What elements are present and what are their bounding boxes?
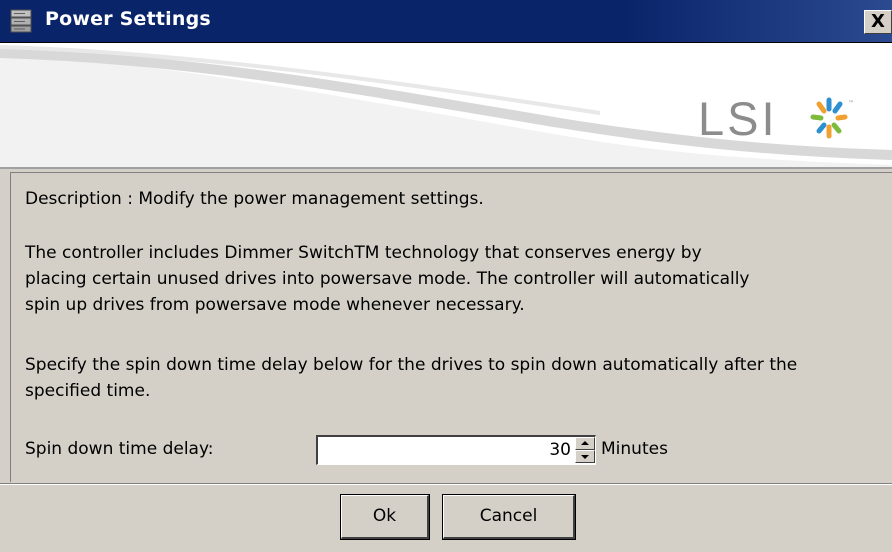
instruction-line-2: specified time. [25,381,151,401]
ok-button[interactable]: Ok [340,494,430,540]
spin-down-arrow-icon[interactable] [575,450,595,463]
header-banner: LSI ™ [0,43,892,169]
spin-up-arrow-icon[interactable] [575,437,595,450]
close-button[interactable]: X [864,10,892,34]
technology-line-1: The controller includes Dimmer SwitchTM … [25,243,702,263]
lsi-star-logo-icon: ™ [810,97,854,139]
technology-line-3: spin up drives from powersave mode whene… [25,295,525,315]
instruction-line-1: Specify the spin down time delay below f… [25,355,798,375]
server-icon [10,9,32,33]
content-panel: Description : Modify the power managemen… [10,172,892,482]
window-title: Power Settings [45,8,211,30]
svg-text:™: ™ [848,100,854,107]
power-settings-dialog: Power Settings X LSI ™ Description: Mod… [0,0,892,552]
technology-line-2: placing certain unused drives into power… [25,269,750,289]
logo-text: LSI [698,92,778,145]
title-bar[interactable]: Power Settings X [0,0,892,43]
spinner-arrows [575,437,595,464]
spin-down-delay-label: Spin down time delay: [25,439,214,459]
cancel-button[interactable]: Cancel [442,494,576,540]
description-text: Description : Modify the power managemen… [25,189,484,209]
button-divider [0,483,892,485]
spin-down-delay-value[interactable]: 30 [549,440,571,460]
spin-down-delay-spinner[interactable]: 30 [316,435,596,465]
close-icon: X [871,11,885,32]
lsi-logo: LSI ™ [698,89,878,149]
minutes-unit-label: Minutes [601,439,668,459]
